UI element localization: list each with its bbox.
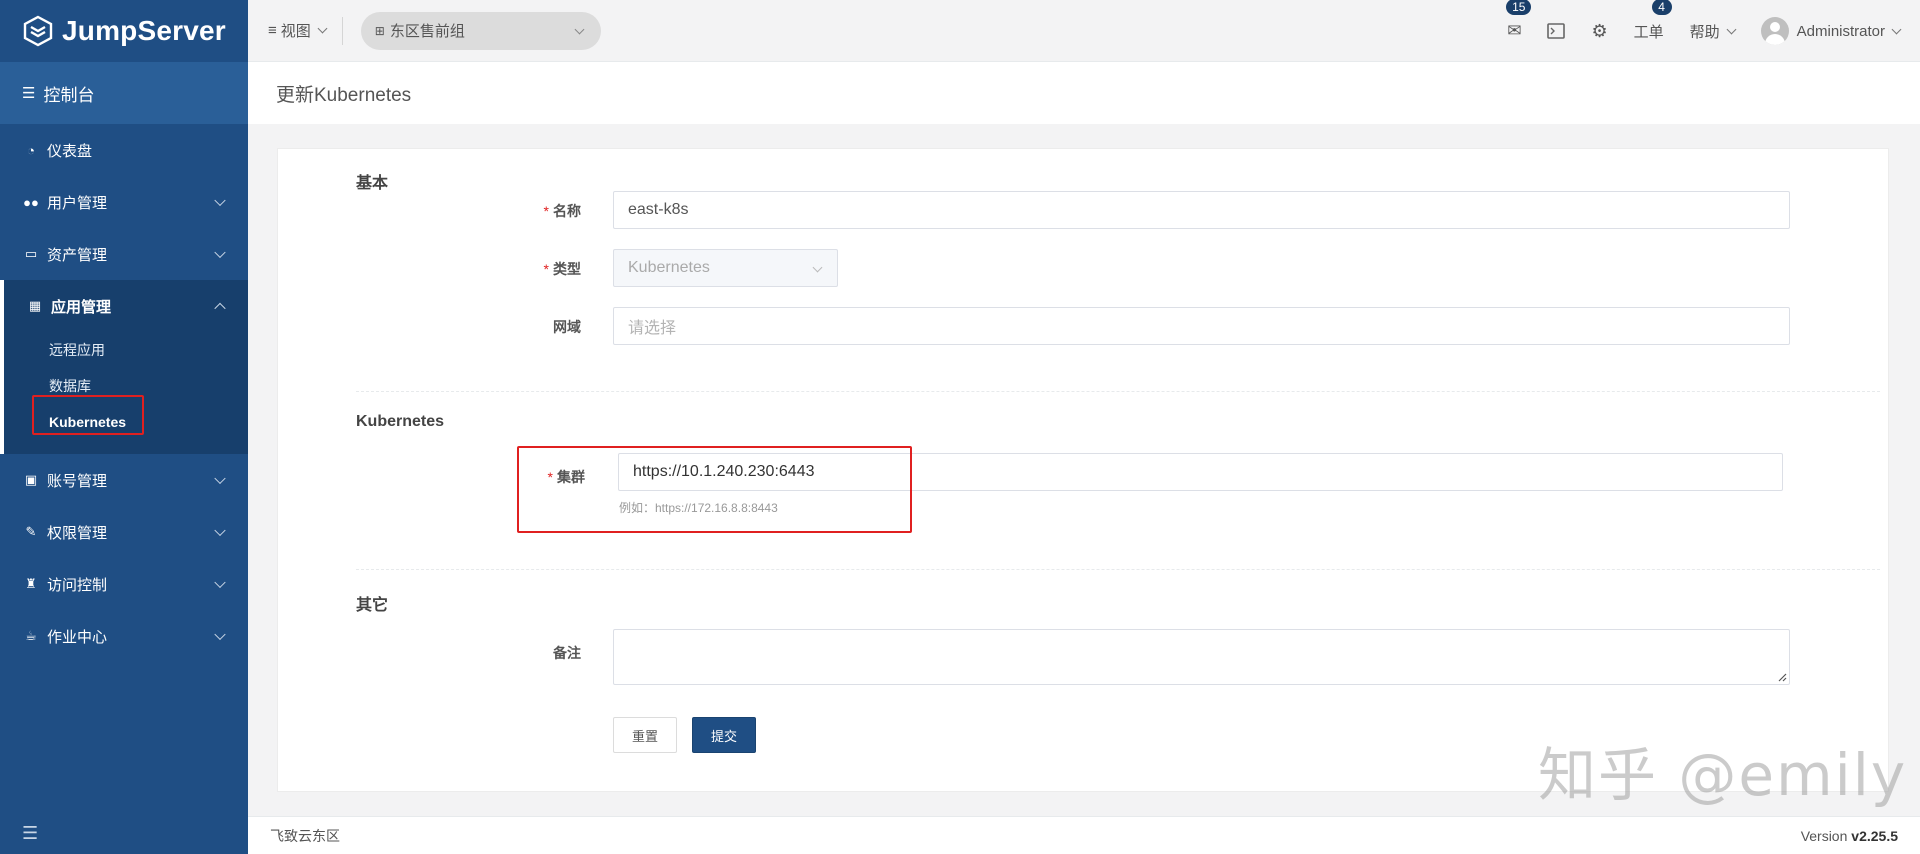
avatar xyxy=(1760,17,1789,45)
inbox-icon: ▭ xyxy=(24,246,38,261)
coffee-icon: ☕ xyxy=(25,628,37,643)
user-name: Administrator xyxy=(1796,22,1885,40)
section-title-other: 其它 xyxy=(356,597,389,614)
chevron-down-icon xyxy=(214,246,226,259)
menu-icon: ≡ xyxy=(268,22,277,39)
envelope-icon: ✉ xyxy=(1507,21,1522,40)
section-divider xyxy=(356,569,1880,570)
view-label: 视图 xyxy=(280,23,311,40)
type-select-value: Kubernetes xyxy=(628,259,710,276)
edit-icon: ✎ xyxy=(25,524,37,539)
sidebar-item-label: 仪表盘 xyxy=(47,142,93,160)
chevron-down-icon xyxy=(214,472,226,485)
sidebar-item-label: 资产管理 xyxy=(47,246,108,264)
brand-logo[interactable]: JumpServer xyxy=(0,0,248,62)
section-title-kubernetes: Kubernetes xyxy=(356,413,445,430)
resize-handle-icon[interactable] xyxy=(1777,672,1787,682)
section-title-basic: 基本 xyxy=(356,175,389,192)
chevron-down-icon xyxy=(1726,24,1737,34)
chevron-down-icon xyxy=(214,628,226,641)
highlight-box-cluster xyxy=(517,446,912,533)
sidebar-item-applications[interactable]: ▦ 应用管理 xyxy=(4,280,248,332)
organization-label: 东区售前组 xyxy=(389,23,465,40)
chevron-down-icon xyxy=(574,24,585,34)
watermark: 知乎 @emily xyxy=(1538,741,1908,809)
web-terminal-button[interactable] xyxy=(1547,23,1566,39)
sidebar-item-dashboard[interactable]: ◔ 仪表盘 xyxy=(0,124,248,176)
domain-select[interactable]: 请选择 xyxy=(613,307,1790,345)
tickets-badge: 4 xyxy=(1651,0,1672,15)
brand-name: JumpServer xyxy=(62,15,226,46)
id-card-icon: ▣ xyxy=(24,472,38,487)
castle-icon: ♜ xyxy=(25,576,37,591)
messages-badge: 15 xyxy=(1506,0,1532,15)
footer-org: 飞致云东区 xyxy=(270,827,340,844)
sidebar-item-accounts[interactable]: ▣ 账号管理 xyxy=(0,454,248,506)
chevron-down-icon xyxy=(214,524,226,537)
help-label: 帮助 xyxy=(1689,23,1720,41)
sidebar-item-label: 权限管理 xyxy=(47,524,108,542)
submit-button[interactable]: 提交 xyxy=(692,717,756,753)
terminal-icon xyxy=(1547,23,1566,39)
name-input[interactable]: east-k8s xyxy=(613,191,1790,229)
chevron-down-icon xyxy=(1891,24,1902,34)
tickets-label: 工单 xyxy=(1633,23,1664,41)
users-icon: ●● xyxy=(23,194,39,210)
sidebar-item-permissions[interactable]: ✎ 权限管理 xyxy=(0,506,248,558)
divider xyxy=(341,16,343,45)
type-select[interactable]: Kubernetes xyxy=(613,249,838,287)
sidebar-item-users[interactable]: ●● 用户管理 xyxy=(0,176,248,228)
settings-button[interactable]: ⚙ xyxy=(1591,21,1607,42)
sitemap-icon: ⊞ xyxy=(374,23,385,38)
sidebar-item-label: 用户管理 xyxy=(47,194,108,212)
sidebar-menu: ◔ 仪表盘 ●● 用户管理 ▭ 资产管理 ▦ 应用管理 远程应用 数据库 Kub… xyxy=(0,124,248,662)
user-menu[interactable]: Administrator xyxy=(1760,17,1902,45)
grid-icon: ▦ xyxy=(28,298,42,313)
tickets-button[interactable]: 工单 4 xyxy=(1633,0,1672,42)
sidebar-item-assets[interactable]: ▭ 资产管理 xyxy=(0,228,248,280)
view-dropdown[interactable]: ≡ 视图 xyxy=(268,20,328,41)
section-divider xyxy=(356,391,1880,392)
chevron-down-icon xyxy=(214,576,226,589)
type-label: * 类型 xyxy=(543,261,581,277)
organization-select[interactable]: ⊞ 东区售前组 xyxy=(360,11,601,50)
name-label: * 名称 xyxy=(543,203,581,219)
sidebar-item-label: 作业中心 xyxy=(47,628,108,646)
console-label: 控制台 xyxy=(43,85,95,105)
sliders-icon: ☰ xyxy=(22,85,36,102)
gear-icon: ⚙ xyxy=(1591,20,1608,41)
chevron-down-icon xyxy=(214,194,226,207)
domain-label: 网域 xyxy=(553,319,581,335)
footer-version: Version v2.25.5 xyxy=(1800,827,1898,844)
page-title: 更新Kubernetes xyxy=(248,62,1920,124)
chevron-down-icon xyxy=(812,262,823,273)
reset-button[interactable]: 重置 xyxy=(613,717,677,753)
highlight-box-kubernetes-menu xyxy=(32,395,144,435)
footer: 飞致云东区 Version v2.25.5 xyxy=(248,816,1920,854)
collapse-sidebar-icon[interactable]: ☰ xyxy=(22,823,38,844)
sidebar-item-label: 应用管理 xyxy=(51,298,112,316)
help-dropdown[interactable]: 帮助 xyxy=(1689,21,1737,42)
comment-label: 备注 xyxy=(553,645,581,661)
top-navbar: ≡ 视图 ⊞ 东区售前组 ✉ 15 ⚙ 工单 4 帮助 Administrato… xyxy=(248,0,1920,62)
sidebar-item-job-center[interactable]: ☕ 作业中心 xyxy=(0,610,248,662)
chevron-down-icon xyxy=(317,23,328,34)
jumpserver-logo-icon xyxy=(23,15,53,47)
sidebar-subitem-remote-app[interactable]: 远程应用 xyxy=(4,332,248,368)
comment-textarea[interactable] xyxy=(613,629,1790,685)
sidebar-item-label: 账号管理 xyxy=(47,472,108,490)
sidebar-item-label: 访问控制 xyxy=(47,576,108,594)
console-switch[interactable]: ☰ 控制台 xyxy=(0,62,248,124)
chevron-up-icon xyxy=(214,302,226,315)
top-right-actions: ✉ 15 ⚙ 工单 4 帮助 Administrator xyxy=(1481,0,1902,62)
messages-button[interactable]: ✉ 15 xyxy=(1506,0,1532,41)
dashboard-icon: ◔ xyxy=(27,142,35,158)
sidebar-item-access-control[interactable]: ♜ 访问控制 xyxy=(0,558,248,610)
